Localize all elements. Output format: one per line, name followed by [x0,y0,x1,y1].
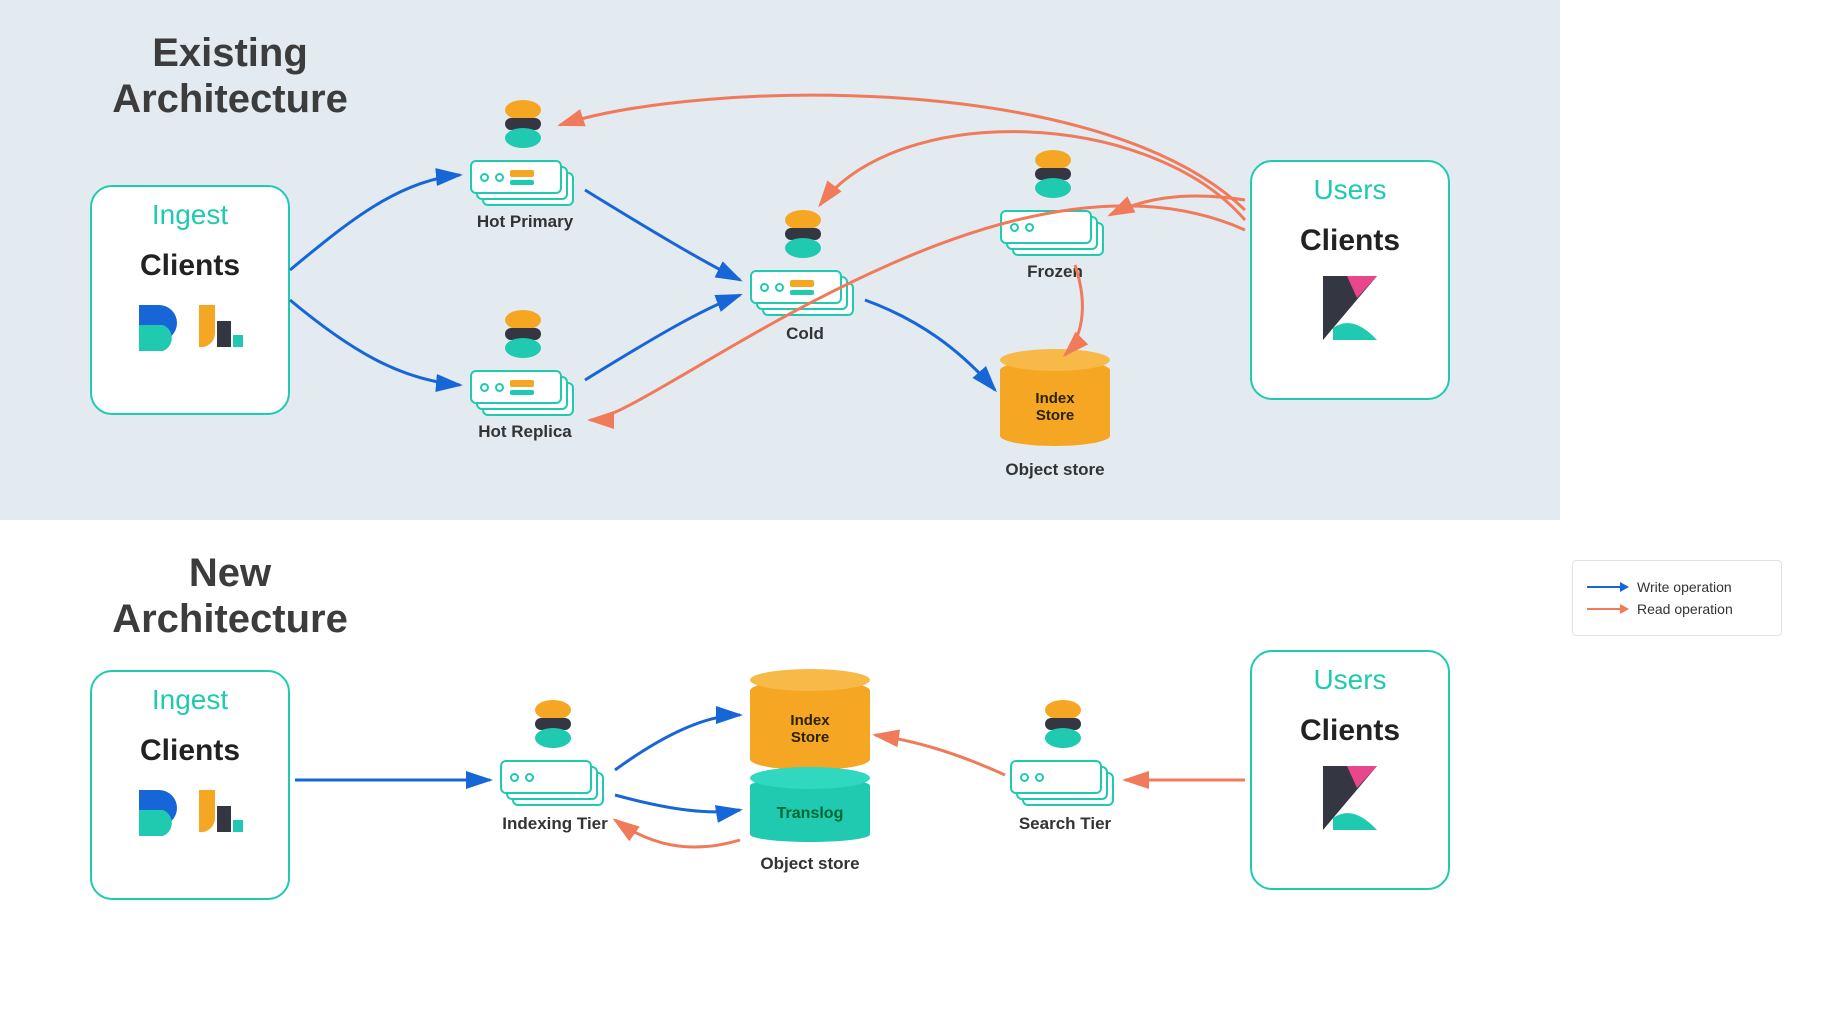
hot-primary-servers [470,160,574,206]
beats-icon [135,786,181,836]
existing-index-store: Index Store [1000,360,1110,446]
beats-logstash-icons [108,301,272,351]
new-index-store-text: Index Store [750,680,870,770]
legend-write-label: Write operation [1637,579,1732,595]
search-tier-servers [1010,760,1114,806]
new-translog: Translog [750,778,870,842]
legend-write-arrow-icon [1587,586,1627,588]
elastic-icon [530,700,576,750]
new-users-clients-label: Clients [1268,714,1432,748]
frozen-label: Frozen [1010,262,1100,282]
new-users-header: Users [1268,664,1432,696]
frozen-servers [1000,210,1104,256]
existing-title: Existing Architecture [90,30,370,122]
cold-servers [750,270,854,316]
beats-icon [135,301,181,351]
new-object-store-label: Object store [750,854,870,874]
legend-write: Write operation [1587,579,1767,595]
legend-box: Write operation Read operation [1572,560,1782,636]
legend-read: Read operation [1587,601,1767,617]
new-users-box: Users Clients [1250,650,1450,890]
logstash-icon [195,301,245,351]
existing-title-text: Existing Architecture [112,31,348,121]
indexing-tier-label: Indexing Tier [495,814,615,834]
logstash-icon [195,786,245,836]
legend-read-label: Read operation [1637,601,1733,617]
cold-label: Cold [760,324,850,344]
kibana-icon [1323,766,1377,830]
new-ingest-box: Ingest Clients [90,670,290,900]
elastic-icon [1030,150,1076,200]
index-store-text: Index Store [1000,360,1110,446]
existing-ingest-clients-label: Clients [108,249,272,283]
existing-architecture-panel: Existing Architecture Ingest Clients Use… [0,0,1560,520]
beats-logstash-icons [108,786,272,836]
new-architecture-panel: New Architecture Ingest Clients Users Cl… [0,520,1560,1018]
new-title-text: New Architecture [112,551,348,641]
elastic-icon [500,310,546,360]
elastic-icon [780,210,826,260]
existing-object-store-label: Object store [1000,460,1110,480]
hot-primary-label: Hot Primary [470,212,580,232]
existing-users-header: Users [1268,174,1432,206]
legend-read-arrow-icon [1587,608,1627,610]
hot-replica-servers [470,370,574,416]
new-ingest-header: Ingest [108,684,272,716]
elastic-icon [500,100,546,150]
new-index-store: Index Store [750,680,870,770]
existing-users-box: Users Clients [1250,160,1450,400]
hot-replica-label: Hot Replica [470,422,580,442]
kibana-icon [1323,276,1377,340]
new-title: New Architecture [90,550,370,642]
indexing-tier-servers [500,760,604,806]
existing-ingest-box: Ingest Clients [90,185,290,415]
existing-users-clients-label: Clients [1268,224,1432,258]
existing-ingest-header: Ingest [108,199,272,231]
elastic-icon [1040,700,1086,750]
search-tier-label: Search Tier [1010,814,1120,834]
new-ingest-clients-label: Clients [108,734,272,768]
